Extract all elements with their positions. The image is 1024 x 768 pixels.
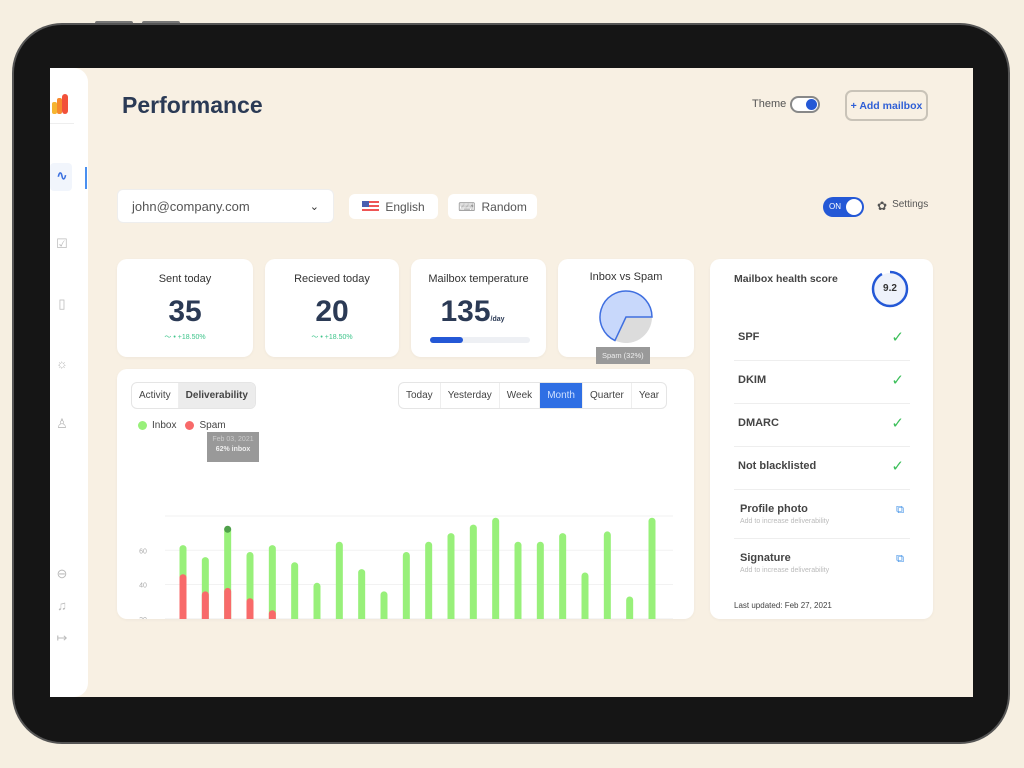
health-score: 9.2 — [883, 283, 897, 294]
stat-card-received: Recieved today 20 〜 • +18.50% — [265, 259, 399, 357]
inbox-bar — [447, 533, 455, 619]
external-link-icon[interactable]: ⧉ — [896, 553, 904, 566]
external-link-icon[interactable]: ⧉ — [896, 504, 904, 517]
inbox-bar — [335, 541, 343, 619]
deliverability-chart-card: Activity Deliverability Today Yesterday … — [117, 369, 694, 619]
check-row-dmarc: DMARC ✓ — [734, 404, 910, 447]
sparkline-icon: 〜 — [164, 334, 172, 341]
page-title: Performance — [122, 92, 263, 118]
bell-icon[interactable]: ♫ — [50, 598, 74, 613]
settings-button[interactable]: ✿ Settings — [877, 199, 928, 213]
theme-label: Theme — [752, 98, 787, 110]
chat-icon: ⌨ — [458, 199, 476, 214]
action-row-profile-photo[interactable]: Profile photo Add to increase deliverabil… — [734, 490, 910, 539]
inbox-spam-pie — [599, 290, 653, 343]
inbox-bar — [648, 517, 656, 619]
language-button[interactable]: English — [349, 194, 438, 219]
theme-toggle[interactable] — [790, 96, 820, 113]
spam-bar — [246, 598, 254, 619]
check-icon: ✓ — [891, 458, 904, 475]
check-icon: ✓ — [891, 372, 904, 389]
inbox-bar — [626, 596, 634, 619]
check-row-spf: SPF ✓ — [734, 318, 910, 361]
inbox-bar — [469, 524, 477, 619]
check-icon: ✓ — [891, 329, 904, 346]
spam-bar — [179, 574, 187, 619]
sparkline-icon: 〜 — [311, 334, 319, 341]
chat-icon[interactable]: ⊖ — [50, 566, 74, 582]
logo — [52, 94, 68, 114]
spam-bar — [224, 587, 232, 619]
inbox-bar — [581, 572, 589, 619]
chart-tooltip: Feb 03, 2021 62% inbox — [207, 432, 259, 462]
spam-bar — [201, 591, 209, 619]
inbox-bar — [559, 533, 567, 619]
us-flag-icon — [362, 201, 380, 212]
on-toggle[interactable]: ON — [823, 197, 864, 217]
check-row-dkim: DKIM ✓ — [734, 361, 910, 404]
check-icon: ✓ — [891, 415, 904, 432]
pie-tooltip: Spam (32%) — [596, 347, 650, 364]
lightbulb-icon[interactable]: ☼ — [50, 356, 74, 371]
inbox-bar — [268, 545, 276, 619]
trend: 〜 • +18.50% — [164, 334, 206, 341]
inbox-bar — [402, 551, 410, 619]
chevron-down-icon: ⌄ — [309, 200, 319, 213]
bar-chart: 0204060Feb 01, 2021Feb 27, 2021 — [139, 515, 673, 619]
trend: 〜 • +18.50% — [311, 334, 353, 341]
user-icon[interactable]: ♙ — [50, 416, 74, 432]
activity-icon[interactable]: ∿ — [50, 168, 74, 184]
inbox-bar — [514, 541, 522, 619]
y-tick-label: 60 — [139, 548, 147, 555]
inbox-bar — [380, 591, 388, 619]
tooltip-marker — [224, 525, 232, 533]
document-icon[interactable]: ▯ — [50, 296, 74, 312]
action-row-signature[interactable]: Signature Add to increase deliverability ⧉ — [734, 539, 910, 588]
inbox-bar — [358, 569, 366, 619]
inbox-bar — [536, 541, 544, 619]
sidebar: ∿ ☑ ▯ ☼ ♙ ⊖ ♫ ↦ — [50, 68, 88, 697]
mailbox-select[interactable]: john@company.com ⌄ — [117, 189, 334, 223]
checklist-icon[interactable]: ☑ — [50, 236, 74, 252]
spam-bar — [268, 610, 276, 619]
gear-icon: ✿ — [877, 199, 888, 213]
screen: ∿ ☑ ▯ ☼ ♙ ⊖ ♫ ↦ Performance Theme + Add … — [50, 68, 973, 697]
stat-card-temperature: Mailbox temperature 135/day — [411, 259, 546, 357]
stat-card-sent: Sent today 35 〜 • +18.50% — [117, 259, 253, 357]
inbox-bar — [425, 541, 433, 619]
y-tick-label: 40 — [139, 583, 147, 590]
add-mailbox-button[interactable]: + Add mailbox — [845, 90, 928, 121]
random-button[interactable]: ⌨ Random — [448, 194, 537, 219]
inbox-bar — [603, 531, 611, 619]
mailbox-value: john@company.com — [132, 198, 250, 214]
inbox-bar — [313, 582, 321, 619]
health-card: Mailbox health score 9.2 SPF ✓ DKIM ✓ DMAR… — [710, 259, 933, 619]
logout-icon[interactable]: ↦ — [50, 630, 74, 646]
y-tick-label: 20 — [139, 617, 147, 619]
inbox-bar — [291, 562, 299, 619]
inbox-bar — [492, 517, 500, 619]
check-row-blacklist: Not blacklisted ✓ — [734, 447, 910, 490]
temperature-progress — [430, 337, 530, 343]
stat-card-inbox-vs-spam: Inbox vs Spam Spam (32%) — [558, 259, 694, 364]
